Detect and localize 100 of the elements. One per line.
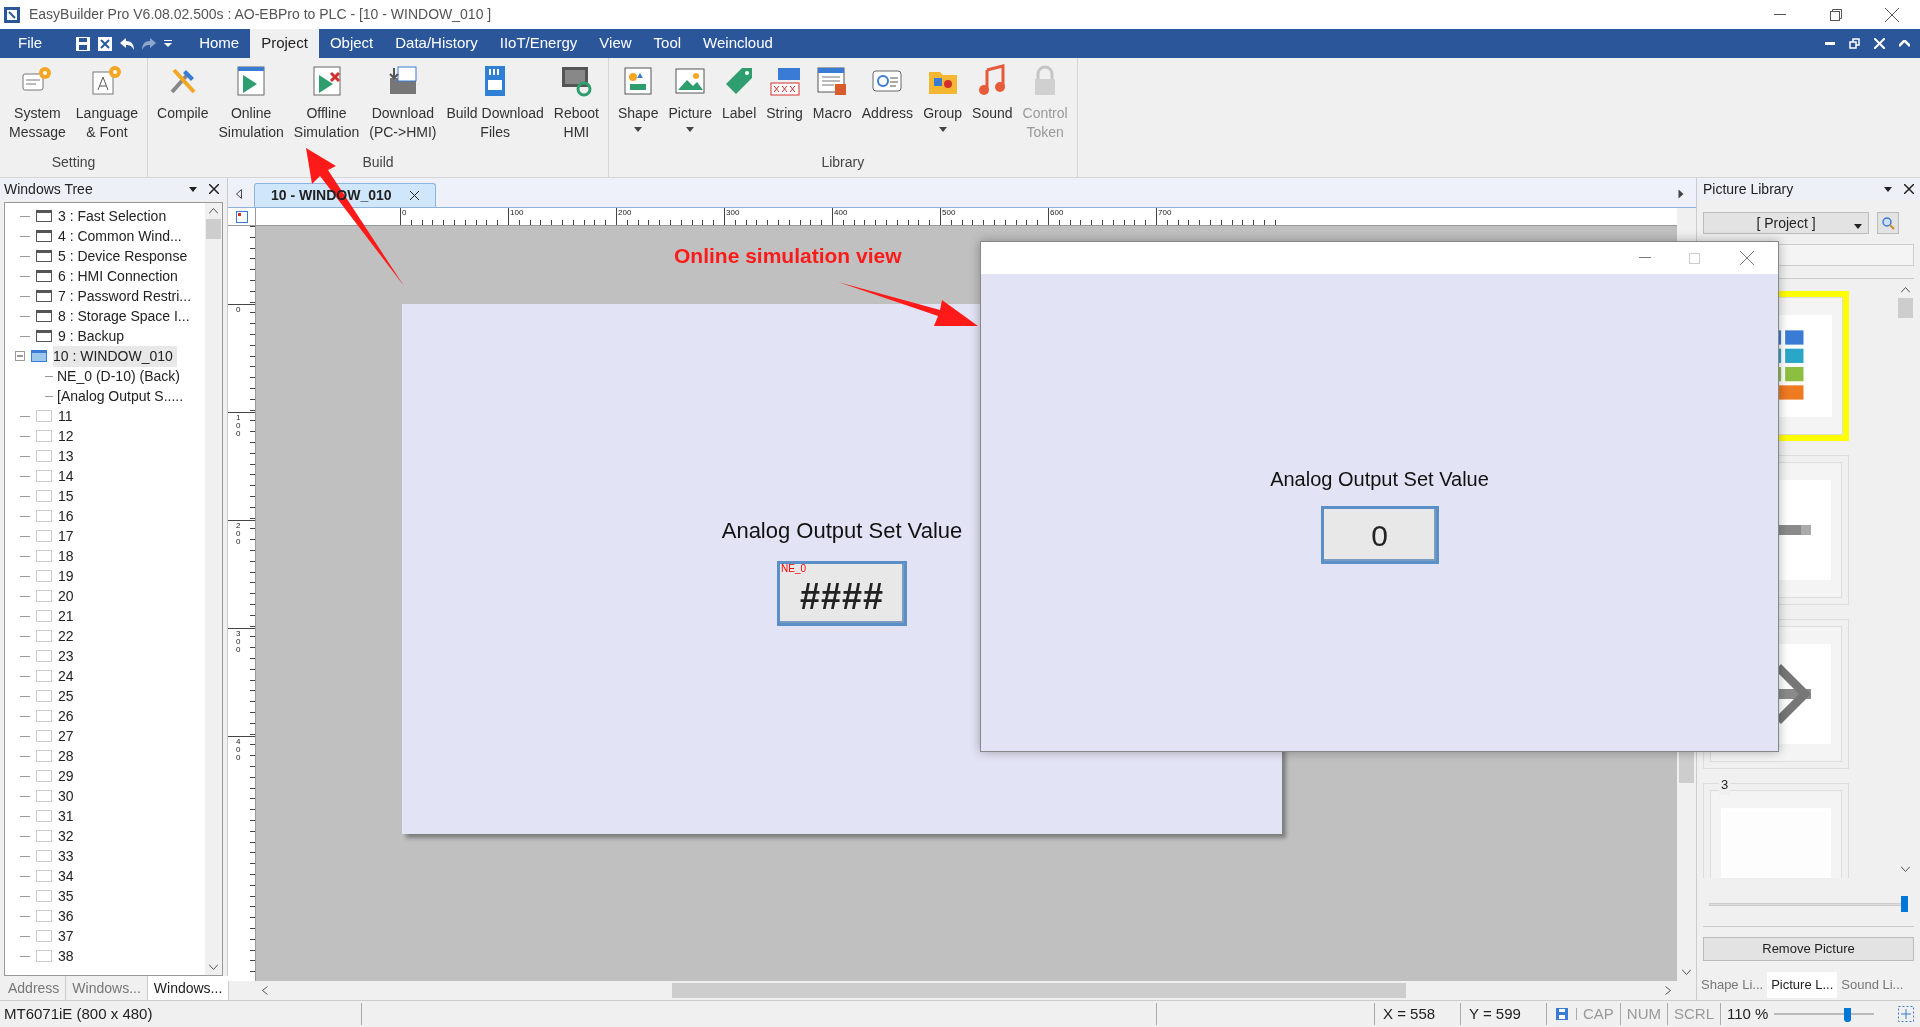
undo-icon[interactable]: [120, 37, 135, 50]
tree-item[interactable]: 7 : Password Restri...: [58, 285, 196, 307]
tree-item[interactable]: 24: [58, 665, 78, 687]
menu-tab[interactable]: IIoT/Energy: [488, 29, 589, 58]
scroll-down-icon[interactable]: [1901, 866, 1910, 872]
size-slider[interactable]: [1709, 894, 1908, 914]
tree-item[interactable]: 27: [58, 725, 78, 747]
tree-item[interactable]: NE_0 (D-10) (Back): [57, 365, 180, 387]
tree-item[interactable]: 22: [58, 625, 78, 647]
source-dropdown[interactable]: [ Project ]: [1703, 212, 1869, 234]
ribbon-button[interactable]: Label: [717, 64, 762, 152]
tree-item[interactable]: 14: [58, 465, 78, 487]
tree-item[interactable]: 9 : Backup: [58, 325, 129, 347]
remove-picture-button[interactable]: Remove Picture: [1703, 937, 1914, 961]
menu-tab[interactable]: Home: [188, 29, 251, 58]
fit-screen-icon[interactable]: [1898, 1006, 1914, 1022]
ribbon-button[interactable]: Macro: [807, 64, 857, 152]
menu-tab[interactable]: Project: [250, 29, 319, 58]
scroll-up-icon[interactable]: [1901, 287, 1910, 293]
minimize-icon[interactable]: [1639, 257, 1651, 259]
collapse-icon[interactable]: [15, 351, 25, 361]
tree-item[interactable]: 23: [58, 645, 78, 667]
tree-item[interactable]: 28: [58, 745, 78, 767]
close-icon[interactable]: [409, 191, 419, 200]
close-icon[interactable]: [1904, 184, 1914, 194]
tree-item[interactable]: 16: [58, 505, 78, 527]
scroll-up-icon[interactable]: [209, 208, 218, 214]
customize-caret-icon[interactable]: [164, 39, 173, 48]
tree-item[interactable]: 35: [58, 885, 78, 907]
tree-item[interactable]: 19: [58, 565, 78, 587]
tree-item[interactable]: 6 : HMI Connection: [58, 265, 182, 287]
ribbon-button[interactable]: Language & Font: [70, 64, 144, 152]
scrollbar[interactable]: [205, 203, 222, 975]
close-icon[interactable]: [209, 184, 219, 194]
tree-item[interactable]: 4 : Common Wind...: [58, 225, 186, 247]
ribbon-button[interactable]: Sound: [967, 64, 1018, 152]
ribbon-button[interactable]: Online Simulation: [213, 64, 289, 152]
ribbon-button[interactable]: Reboot HMI: [548, 64, 604, 152]
ribbon-button[interactable]: Download (PC->HMI): [364, 64, 442, 152]
tree-item[interactable]: 34: [58, 865, 78, 887]
tree-item[interactable]: 38: [58, 945, 78, 967]
menu-tab[interactable]: Object: [318, 29, 385, 58]
scroll-thumb[interactable]: [1898, 298, 1913, 318]
slider-thumb[interactable]: [1844, 1008, 1852, 1022]
restore-icon[interactable]: [1849, 38, 1860, 49]
scroll-left-icon[interactable]: [262, 986, 268, 995]
ribbon-button[interactable]: Compile: [152, 64, 214, 152]
tree-item[interactable]: 32: [58, 825, 78, 847]
tree-item[interactable]: 12: [58, 425, 78, 447]
slider-thumb[interactable]: [1901, 896, 1908, 912]
tree-item[interactable]: 5 : Device Response: [58, 245, 192, 267]
tree-item[interactable]: 36: [58, 905, 78, 927]
tree-item[interactable]: [Analog Output S.....: [57, 385, 184, 407]
panel-tab[interactable]: Shape Li...: [1697, 972, 1768, 998]
tree-item[interactable]: 26: [58, 705, 78, 727]
tree-item[interactable]: 25: [58, 685, 78, 707]
menu-tab[interactable]: File: [0, 29, 61, 58]
tree-item[interactable]: 20: [58, 585, 78, 607]
save-icon[interactable]: [76, 36, 91, 51]
tree-item[interactable]: 29: [58, 765, 78, 787]
tree-item[interactable]: 8 : Storage Space I...: [58, 305, 194, 327]
tree-item[interactable]: 33: [58, 845, 78, 867]
text-label[interactable]: Analog Output Set Value: [721, 514, 963, 547]
scroll-thumb[interactable]: [672, 983, 1406, 998]
tree-item[interactable]: 17: [58, 525, 78, 547]
tree-item[interactable]: 21: [58, 605, 78, 627]
tree-item[interactable]: 31: [58, 805, 78, 827]
ribbon-button[interactable]: Build Download Files: [441, 64, 549, 152]
scroll-thumb[interactable]: [206, 219, 221, 239]
tree-item[interactable]: 10 : WINDOW_010: [53, 345, 177, 367]
ribbon-button[interactable]: Offline Simulation: [288, 64, 365, 152]
search-button[interactable]: [1877, 212, 1899, 234]
menu-tab[interactable]: View: [588, 29, 643, 58]
scroll-right-icon[interactable]: [1665, 986, 1671, 995]
menu-tab[interactable]: Data/History: [384, 29, 489, 58]
redo-icon[interactable]: [142, 37, 157, 50]
tree-item[interactable]: 18: [58, 545, 78, 567]
ribbon-button[interactable]: Picture: [663, 64, 717, 152]
tree-item[interactable]: 3 : Fast Selection: [58, 205, 171, 227]
ribbon-button[interactable]: System Message: [4, 64, 71, 152]
tree-item[interactable]: 11: [58, 405, 77, 427]
menu-tab[interactable]: Weincloud: [692, 29, 784, 58]
scroll-down-icon[interactable]: [209, 964, 218, 970]
scroll-right-icon[interactable]: [1678, 189, 1684, 199]
scroll-left-icon[interactable]: [236, 189, 242, 199]
panel-tab[interactable]: Sound Li...: [1837, 972, 1908, 998]
ribbon-button[interactable]: Group: [918, 64, 968, 152]
numeric-input[interactable]: 0: [1320, 506, 1439, 564]
numeric-input[interactable]: NE_0 ####: [777, 561, 907, 626]
tree-item[interactable]: 15: [58, 485, 78, 507]
menu-tab[interactable]: Tool: [642, 29, 693, 58]
tree-item[interactable]: 30: [58, 785, 78, 807]
tree-item[interactable]: 13: [58, 445, 78, 467]
panel-tab[interactable]: Windows...: [147, 976, 230, 1000]
collapse-ribbon-icon[interactable]: [1899, 40, 1910, 47]
ribbon-button[interactable]: Address: [856, 64, 919, 152]
tree-item[interactable]: 37: [58, 925, 78, 947]
scroll-down-icon[interactable]: [1682, 969, 1691, 975]
panel-tab[interactable]: Picture L...: [1767, 972, 1838, 998]
ribbon-button[interactable]: Shape: [612, 64, 664, 152]
